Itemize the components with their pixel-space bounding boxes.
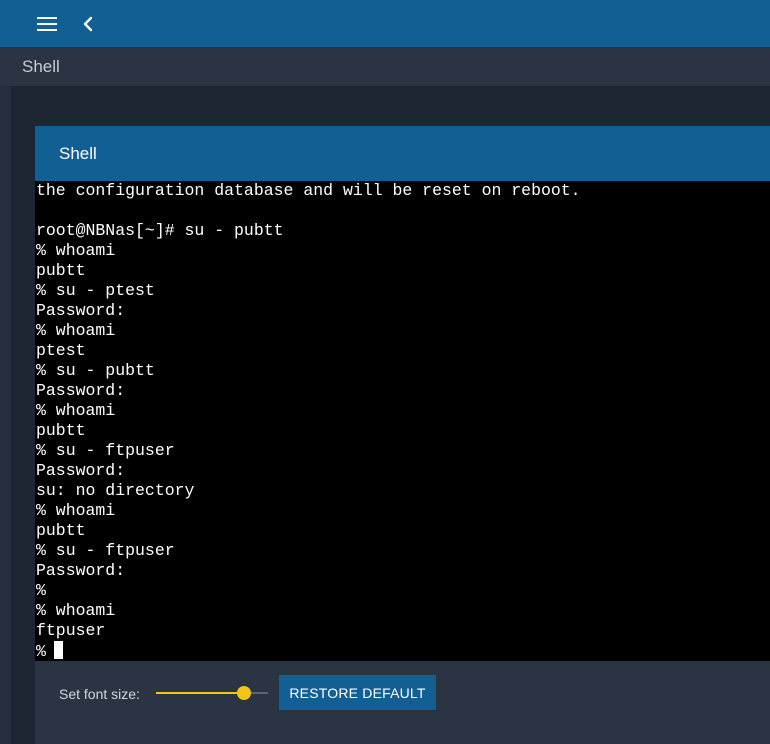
terminal-line: Password: [36, 301, 126, 320]
terminal-line: % [36, 581, 46, 600]
font-size-slider[interactable] [156, 678, 268, 708]
terminal-line: Password: [36, 461, 126, 480]
terminal-line: pubtt [36, 521, 86, 540]
terminal-line: % whoami [36, 501, 116, 520]
terminal-line: ftpuser [36, 621, 106, 640]
terminal-line: root@NBNas[~]# su - pubtt [36, 221, 284, 240]
terminal-line: pubtt [36, 261, 86, 280]
hamburger-menu-icon[interactable] [37, 16, 57, 32]
slider-thumb[interactable] [237, 686, 251, 700]
terminal-line: ptest [36, 341, 86, 360]
terminal-line: % su - ftpuser [36, 541, 175, 560]
restore-default-button[interactable]: RESTORE DEFAULT [279, 675, 436, 710]
top-bar [0, 0, 770, 47]
card-header: Shell [35, 126, 770, 181]
terminal-line: pubtt [36, 421, 86, 440]
font-size-label: Set font size: [59, 686, 140, 702]
terminal-line: % su - ftpuser [36, 441, 175, 460]
terminal-line: Password: [36, 561, 126, 580]
terminal-line: su: no directory [36, 481, 195, 500]
terminal[interactable]: the configuration database and will be r… [35, 181, 770, 661]
slider-track-fill [156, 692, 237, 694]
slider-track-rest [251, 692, 268, 694]
terminal-line: Password: [36, 381, 126, 400]
breadcrumb: Shell [0, 47, 770, 86]
terminal-line: % su - ptest [36, 281, 155, 300]
font-size-controls: Set font size: RESTORE DEFAULT [35, 661, 770, 744]
terminal-cursor [53, 641, 63, 659]
terminal-line: % whoami [36, 321, 116, 340]
terminal-line: % [35, 641, 770, 661]
page-title: Shell [22, 57, 60, 76]
shell-card: Shell the configuration database and wil… [35, 126, 770, 744]
terminal-line: % whoami [36, 241, 116, 260]
terminal-line: % whoami [36, 601, 116, 620]
terminal-line: the configuration database and will be r… [36, 181, 581, 200]
terminal-line: % whoami [36, 401, 116, 420]
card-title: Shell [59, 144, 97, 163]
left-strip [0, 86, 11, 744]
chevron-left-icon[interactable] [80, 15, 96, 33]
terminal-line: % su - pubtt [36, 361, 155, 380]
